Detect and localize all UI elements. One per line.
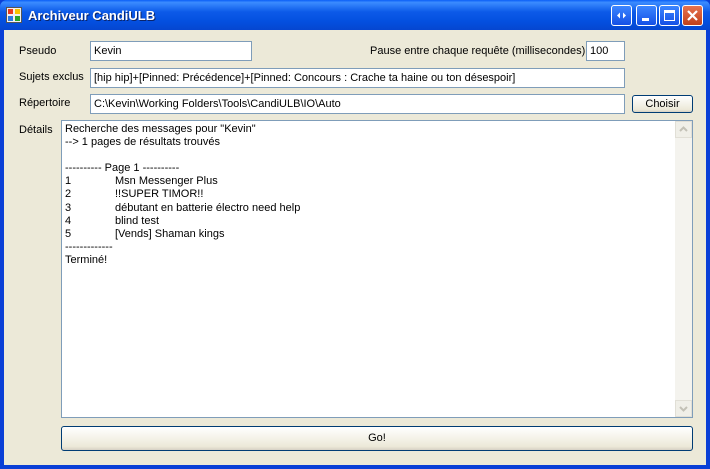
result-title: [Vends] Shaman kings [115, 227, 225, 240]
minimize-button[interactable] [636, 5, 657, 26]
scroll-down-arrow-icon [679, 406, 688, 412]
close-icon [687, 10, 698, 21]
page-header-line: ---------- Page 1 ---------- [65, 162, 180, 175]
client-area: Pseudo Kevin Pause entre chaque requête … [4, 30, 706, 465]
result-title: débutant en batterie électro need help [115, 201, 301, 214]
app-window: Archiveur CandiULB Pseudo Kevin Pause en… [0, 0, 710, 469]
maximize-icon [664, 10, 675, 21]
restore-icon [617, 12, 626, 19]
excluded-subjects-input[interactable]: [hip hip]+[Pinned: Précédence]+[Pinned: … [90, 68, 625, 88]
details-textarea[interactable]: Recherche des messages pour "Kevin" --> … [61, 120, 693, 418]
pseudo-input[interactable]: Kevin [90, 41, 252, 61]
scroll-up-arrow-icon [679, 126, 688, 132]
result-title: Msn Messenger Plus [115, 175, 218, 188]
details-label: Détails [19, 124, 53, 136]
result-number: 1 [65, 175, 72, 188]
directory-label: Répertoire [19, 97, 71, 109]
result-title: blind test [115, 214, 160, 227]
go-button[interactable]: Go! [61, 426, 693, 451]
result-number: 5 [65, 227, 72, 240]
result-line: 4 blind test [65, 215, 675, 228]
maximize-button[interactable] [659, 5, 680, 26]
details-blank-line [65, 149, 675, 162]
result-number: 3 [65, 201, 72, 214]
scroll-down-button[interactable] [675, 400, 692, 417]
window-title: Archiveur CandiULB [28, 8, 156, 23]
result-line: 2 !!SUPER TIMOR!! [65, 188, 675, 201]
pause-input[interactable]: 100 [586, 41, 625, 61]
excluded-subjects-label: Sujets exclus [19, 71, 84, 83]
result-line: 5 [Vends] Shaman kings [65, 228, 675, 241]
details-content: Recherche des messages pour "Kevin" --> … [65, 123, 675, 267]
choose-directory-button[interactable]: Choisir [632, 95, 693, 113]
pseudo-label: Pseudo [19, 45, 57, 57]
result-number: 2 [65, 188, 72, 201]
restore-button[interactable] [611, 5, 632, 26]
result-line: 1 Msn Messenger Plus [65, 175, 675, 188]
directory-input[interactable]: C:\Kevin\Working Folders\Tools\CandiULB\… [90, 94, 625, 114]
details-line: Recherche des messages pour "Kevin" [65, 123, 256, 135]
vertical-scrollbar[interactable] [675, 121, 692, 417]
close-button[interactable] [682, 5, 703, 26]
title-bar[interactable]: Archiveur CandiULB [0, 0, 710, 30]
result-title: !!SUPER TIMOR!! [115, 188, 204, 201]
done-line: Terminé! [65, 253, 108, 266]
pause-label: Pause entre chaque requête (milliseconde… [370, 45, 586, 57]
result-number: 4 [65, 214, 72, 227]
details-line: --> 1 pages de résultats trouvés [65, 136, 220, 149]
minimize-icon [642, 18, 649, 21]
separator-line: ------------- [65, 240, 113, 253]
app-icon[interactable] [6, 7, 22, 23]
result-line: 3 débutant en batterie électro need help [65, 202, 675, 215]
scroll-up-button[interactable] [675, 121, 692, 138]
